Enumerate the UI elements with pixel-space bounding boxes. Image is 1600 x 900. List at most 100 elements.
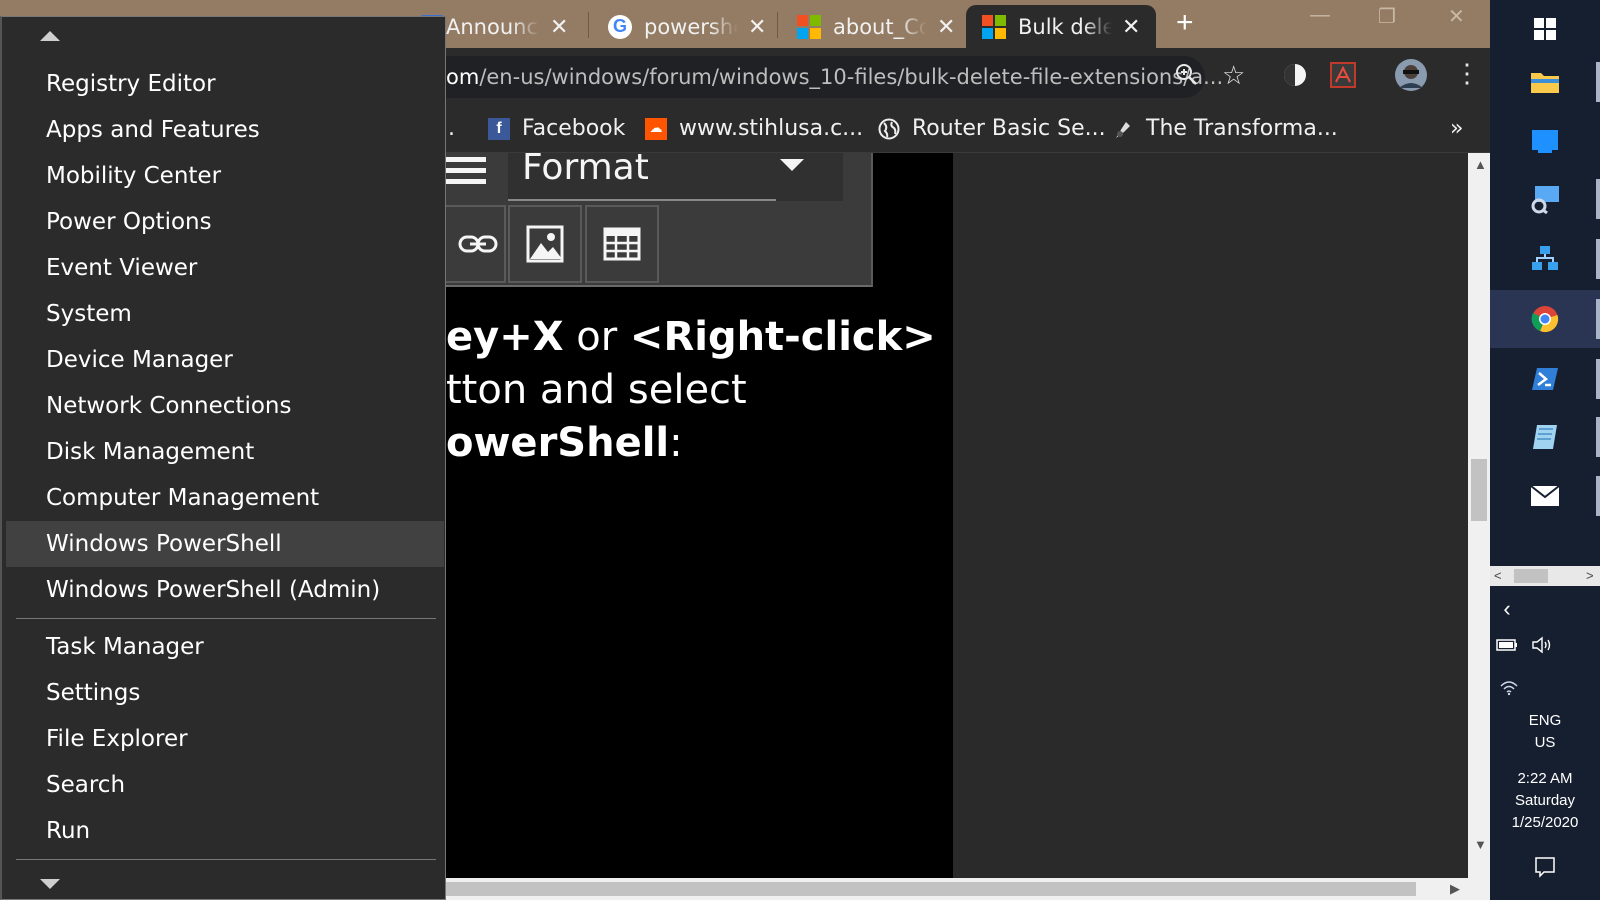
taskbar-network-app[interactable] xyxy=(1490,230,1600,288)
chevron-right-icon[interactable]: > xyxy=(1586,568,1594,583)
wifi-icon[interactable] xyxy=(1454,678,1564,701)
globe-icon xyxy=(878,118,900,140)
soundcloud-icon: ☁ xyxy=(645,117,667,140)
minimize-icon[interactable]: — xyxy=(1310,4,1330,27)
taskbar-scroll-thumb[interactable] xyxy=(1514,569,1548,583)
clock-time[interactable]: 2:22 AM xyxy=(1490,770,1600,787)
vertical-scroll-thumb[interactable] xyxy=(1471,459,1487,521)
article-line: owerShell: xyxy=(446,417,936,470)
menu-item-disk-management[interactable]: Disk Management xyxy=(6,429,444,475)
chrome-menu-icon[interactable]: ⋮ xyxy=(1454,58,1480,89)
mail-icon xyxy=(1530,485,1560,506)
tab-divider xyxy=(777,12,778,38)
taskbar-chrome[interactable] xyxy=(1490,290,1600,348)
taskbar-scrollbar[interactable]: < > xyxy=(1490,566,1600,586)
running-indicator xyxy=(1596,476,1600,516)
taskbar-powershell[interactable] xyxy=(1490,350,1600,408)
horizontal-scroll-thumb[interactable] xyxy=(446,882,1416,896)
close-tab-icon[interactable]: ✕ xyxy=(1122,14,1140,40)
remote-desktop-icon xyxy=(1531,186,1559,214)
profile-avatar[interactable] xyxy=(1394,58,1428,99)
bookmark-star-icon[interactable]: ☆ xyxy=(1222,60,1245,91)
pdf-extension-icon[interactable] xyxy=(1330,62,1356,95)
dark-mode-extension-icon[interactable] xyxy=(1282,62,1308,95)
menu-item-run[interactable]: Run xyxy=(6,808,444,854)
tab-about-commands[interactable]: about_Co ✕ xyxy=(781,5,963,48)
winx-power-user-menu: Registry Editor Apps and Features Mobili… xyxy=(0,16,446,900)
bookmark-stihlusa[interactable]: ☁ www.stihlusa.c... xyxy=(645,116,863,141)
action-center-icon[interactable] xyxy=(1490,856,1600,883)
running-indicator xyxy=(1596,62,1600,102)
menu-item-system[interactable]: System xyxy=(6,291,444,337)
bookmarks-overflow-button[interactable]: » xyxy=(1450,116,1463,141)
zoom-icon[interactable] xyxy=(1174,62,1198,93)
close-window-icon[interactable]: ✕ xyxy=(1448,4,1465,29)
bookmark-icon xyxy=(1112,118,1134,140)
menu-item-windows-powershell-admin[interactable]: Windows PowerShell (Admin) xyxy=(6,567,444,613)
powershell-icon xyxy=(1532,368,1558,390)
taskbar-window-app[interactable] xyxy=(1490,112,1600,170)
format-dropdown-label: Format xyxy=(522,147,649,188)
menu-scroll-down-icon[interactable] xyxy=(40,879,60,889)
menu-item-registry-editor[interactable]: Registry Editor xyxy=(6,61,444,107)
menu-separator xyxy=(16,618,436,619)
article-line: ey+X or <Right-click> xyxy=(446,311,936,364)
horizontal-scrollbar[interactable]: ▶ xyxy=(446,878,1490,900)
menu-item-network-connections[interactable]: Network Connections xyxy=(6,383,444,429)
menu-item-settings[interactable]: Settings xyxy=(6,670,444,716)
menu-item-task-manager[interactable]: Task Manager xyxy=(6,624,444,670)
menu-scroll-up-icon[interactable] xyxy=(40,31,60,41)
taskbar-mail[interactable] xyxy=(1490,467,1600,525)
restore-icon[interactable]: ❐ xyxy=(1378,4,1396,29)
article-bold-text: ey+X xyxy=(446,314,564,360)
menu-item-search[interactable]: Search xyxy=(6,762,444,808)
vertical-scrollbar[interactable]: ▲ ▼ xyxy=(1468,153,1490,878)
table-icon xyxy=(603,227,641,261)
tab-powershell-search[interactable]: G powershe ✕ xyxy=(592,5,774,48)
scroll-up-arrow-icon[interactable]: ▲ xyxy=(1474,157,1487,172)
input-region[interactable]: US xyxy=(1490,734,1600,751)
app-window-icon xyxy=(1532,130,1558,153)
chrome-icon xyxy=(1531,306,1559,333)
network-diagram-icon xyxy=(1532,246,1558,270)
chevron-left-icon[interactable]: < xyxy=(1494,568,1502,583)
input-language[interactable]: ENG xyxy=(1490,712,1600,729)
new-tab-button[interactable]: + xyxy=(1176,6,1194,40)
taskbar-remote-desktop[interactable] xyxy=(1490,170,1600,228)
desktop: Announc ✕ G powershe ✕ about_Co ✕ Bulk d… xyxy=(0,0,1600,900)
menu-item-device-manager[interactable]: Device Manager xyxy=(6,337,444,383)
bookmark-truncated[interactable]: . xyxy=(448,116,455,141)
show-hidden-icons-chevron-icon[interactable]: ‹ xyxy=(1452,596,1562,622)
running-indicator xyxy=(1596,179,1600,219)
menu-item-power-options[interactable]: Power Options xyxy=(6,199,444,245)
insert-table-button[interactable] xyxy=(585,205,659,283)
scroll-down-arrow-icon[interactable]: ▼ xyxy=(1474,837,1487,852)
bookmark-transformation[interactable]: The Transforma... xyxy=(1112,116,1338,141)
menu-item-computer-management[interactable]: Computer Management xyxy=(6,475,444,521)
close-tab-icon[interactable]: ✕ xyxy=(937,14,955,40)
menu-item-apps-and-features[interactable]: Apps and Features xyxy=(6,107,444,153)
bookmark-label: www.stihlusa.c... xyxy=(679,116,864,141)
format-dropdown[interactable]: Format xyxy=(508,147,843,201)
menu-item-mobility-center[interactable]: Mobility Center xyxy=(6,153,444,199)
clock-date[interactable]: 1/25/2020 xyxy=(1490,814,1600,831)
clock-day[interactable]: Saturday xyxy=(1490,792,1600,809)
close-tab-icon[interactable]: ✕ xyxy=(550,14,568,40)
bookmark-router[interactable]: Router Basic Se... xyxy=(878,116,1106,141)
menu-item-windows-powershell[interactable]: Windows PowerShell xyxy=(6,521,444,567)
address-url[interactable]: om/en-us/windows/forum/windows_10-files/… xyxy=(446,65,1223,89)
insert-image-button[interactable] xyxy=(508,205,582,283)
volume-icon[interactable] xyxy=(1488,636,1598,659)
hamburger-menu-icon[interactable] xyxy=(446,157,486,190)
taskbar-notepad-app[interactable] xyxy=(1490,408,1600,466)
taskbar-file-explorer[interactable] xyxy=(1490,53,1600,111)
menu-item-event-viewer[interactable]: Event Viewer xyxy=(6,245,444,291)
close-tab-icon[interactable]: ✕ xyxy=(748,14,766,40)
tab-bulk-delete[interactable]: Bulk dele ✕ xyxy=(966,5,1156,48)
bookmark-facebook[interactable]: f Facebook xyxy=(488,116,625,141)
tab-divider xyxy=(588,12,589,38)
menu-item-file-explorer[interactable]: File Explorer xyxy=(6,716,444,762)
scroll-right-arrow-icon[interactable]: ▶ xyxy=(1450,881,1460,897)
article-text: or xyxy=(563,314,630,360)
start-button[interactable] xyxy=(1490,0,1600,58)
